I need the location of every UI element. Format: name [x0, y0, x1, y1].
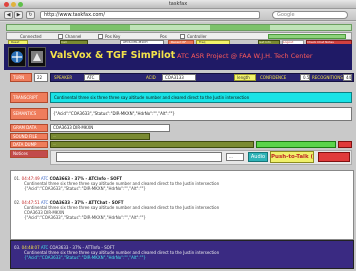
forward-button[interactable]: ▶ [14, 11, 23, 19]
url-input[interactable]: http://www.taskfax.com/ [40, 11, 260, 19]
speaker-label: SPEAKER [54, 75, 73, 80]
control-row-1 [6, 24, 352, 31]
page-title: ValsVox & TGF SimPilot [50, 50, 176, 61]
acid-label: ACID [146, 75, 156, 80]
status-strip-icon [210, 25, 270, 30]
semantics-value: {"Acid":"COA3633","Status":"DIR-MKXN","H… [50, 107, 352, 121]
data-dump-label: DATA DUMP [10, 141, 48, 148]
data-dump-value: ... [50, 141, 254, 148]
audio-button[interactable]: Audio [248, 152, 268, 162]
back-button[interactable]: ◀ [4, 11, 13, 19]
window-title: taskfax [168, 1, 188, 7]
connected-label: Connected [20, 34, 42, 39]
status-bar-icon [268, 34, 346, 39]
sound-file-value: ... [50, 133, 150, 140]
gram-data-label: GRAM DATA [10, 124, 48, 132]
channel-label: Channel [65, 34, 82, 39]
radar-logo-icon [28, 47, 46, 67]
search-input[interactable]: Google [272, 11, 348, 19]
log-semantics: {"Acid":"COA3633","Status":"DIR-MKXN","H… [24, 215, 146, 220]
page-subtitle: ATC ASR Project @ FAA W.J.H. Tech Center [177, 52, 313, 60]
pos-key-label: Pos Key [105, 34, 121, 39]
recognitions-value: 44 [343, 74, 352, 81]
faa-logo-icon [8, 47, 26, 67]
recognitions-label: RECOGNITIONS [312, 75, 343, 80]
semantics-label: SEMANTICS [10, 108, 48, 120]
reload-button[interactable]: ↻ [26, 11, 35, 19]
data-dump-red-indicator [338, 141, 352, 148]
app-header: ValsVox & TGF SimPilot ATC ASR Project @… [4, 44, 352, 70]
confidence-label: CONFIDENCE [260, 75, 287, 80]
length-label: length [234, 74, 256, 81]
transcript-label: TRANSCRIPT [10, 92, 48, 103]
push-to-talk-button[interactable]: Push-to-Talk (v) [270, 151, 314, 163]
turn-label: TURN [10, 73, 32, 82]
status-strip-icon [70, 25, 130, 30]
channel-checkbox[interactable] [58, 34, 63, 39]
num-input[interactable]: ... [226, 153, 244, 161]
recognition-log: 01. 04:47:49 ATC COA3663 - 37% - ATCInfo… [10, 170, 354, 240]
transcript-value: Continental three six three three say al… [50, 92, 352, 103]
notices-input[interactable] [56, 152, 222, 162]
pos-label: Pos [160, 34, 167, 39]
acid-value: COA3133 [162, 74, 196, 81]
sound-file-label: SOUND FILE [10, 133, 48, 140]
data-dump-green-indicator [256, 141, 336, 148]
pos-key-checkbox[interactable] [98, 34, 103, 39]
log-semantics: {"Acid":"COA3633","Status":"DIR-MKXN","H… [24, 255, 146, 260]
gram-data-value: COA3633 DIR-MKXN [50, 124, 170, 132]
window-titlebar: taskfax [0, 0, 356, 9]
status-red-icon [318, 152, 350, 162]
controller-label: Controller [187, 34, 207, 39]
latest-recognition: 03. 04:48:07 ATC COA3633 - 37% - ATTInfo… [10, 240, 354, 269]
confidence-value: 0.5 [300, 74, 310, 81]
speaker-value: ATC [84, 74, 100, 81]
browser-toolbar: ◀ ▶ ↻ http://www.taskfax.com/ Google [0, 9, 356, 21]
notices-button[interactable]: Notices [10, 150, 48, 158]
controller-checkbox[interactable] [180, 34, 185, 39]
turn-value: 22 [34, 73, 48, 82]
log-semantics: {"Acid":"COA3633","Status":"DIR-MKXN","H… [24, 186, 146, 191]
